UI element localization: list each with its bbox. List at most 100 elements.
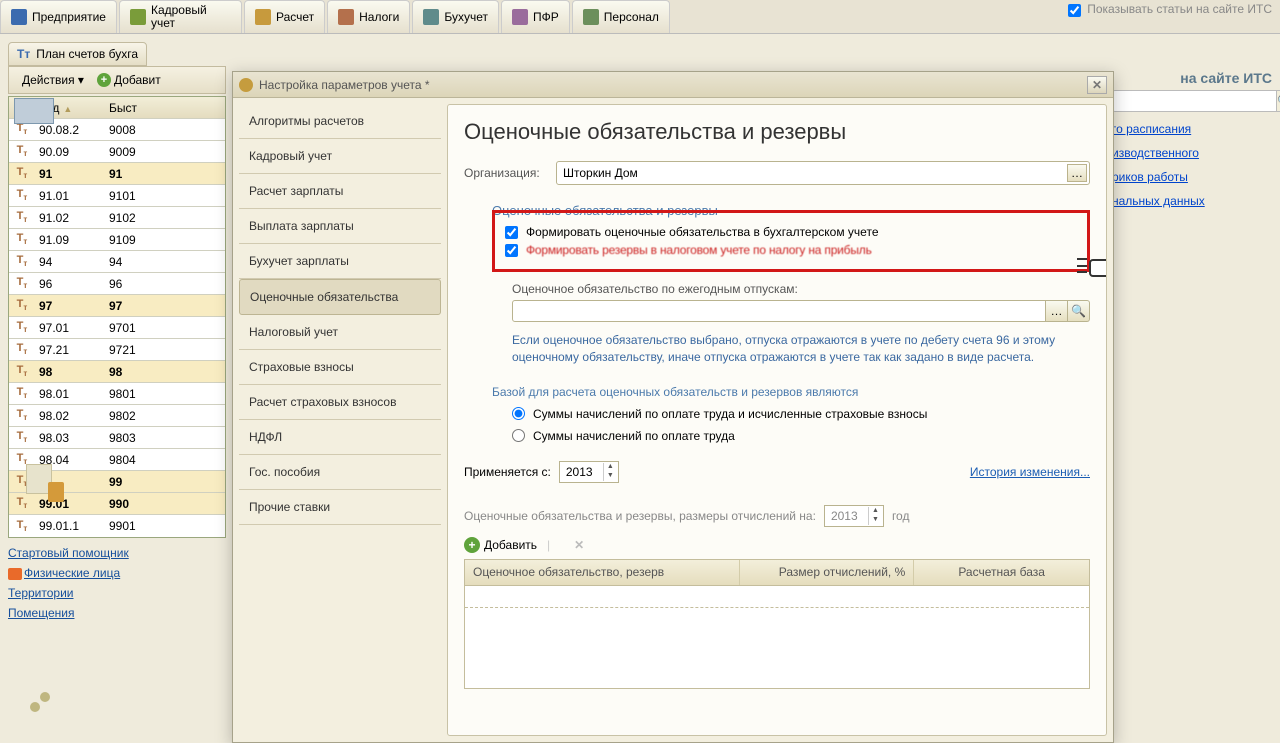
t-icon: Tт: [17, 188, 28, 202]
t-icon: Tт: [17, 364, 28, 378]
t-icon: Tт: [17, 408, 28, 422]
sizes-suffix: год: [892, 509, 910, 523]
cb-accounting-label: Формировать оценочные обязательства в бу…: [526, 225, 879, 239]
sidenav-item-4[interactable]: Бухучет зарплаты: [239, 244, 441, 279]
org-field[interactable]: Шторкин Дом …: [556, 161, 1090, 185]
page-heading: Оценочные обязательства и резервы: [464, 119, 1090, 145]
sidenav-item-11[interactable]: Прочие ставки: [239, 490, 441, 525]
sizes-label: Оценочные обязательства и резервы, разме…: [464, 509, 816, 523]
sidenav-item-6[interactable]: Налоговый учет: [239, 315, 441, 350]
connection-icon: [30, 692, 50, 712]
table-row[interactable]: Tт9696: [9, 273, 225, 295]
plan-tab-label: План счетов бухга: [36, 47, 138, 61]
table-row[interactable]: Tт9494: [9, 251, 225, 273]
tab-label: Налоги: [359, 10, 399, 24]
tab-label: Предприятие: [32, 10, 106, 24]
plus-icon: +: [97, 73, 111, 87]
org-label: Организация:: [464, 166, 556, 180]
t-icon: Tт: [17, 386, 28, 400]
add-row-button[interactable]: Добавить: [484, 538, 537, 552]
top-tab-1[interactable]: Кадровый учет: [119, 0, 242, 33]
table-row[interactable]: Tт9797: [9, 295, 225, 317]
its-checkbox[interactable]: [1068, 4, 1081, 17]
table-row[interactable]: Tт98.029802: [9, 405, 225, 427]
sidenav-item-1[interactable]: Кадровый учет: [239, 139, 441, 174]
radio-accruals-with-insurance[interactable]: [512, 407, 525, 420]
tab-icon: [423, 9, 439, 25]
col-fast: Быст: [107, 101, 147, 115]
its-search-input[interactable]: [1112, 90, 1277, 112]
add-label: Добавит: [114, 73, 161, 87]
sidenav-item-2[interactable]: Расчет зарплаты: [239, 174, 441, 209]
dialog-title: Настройка параметров учета *: [259, 78, 1087, 92]
sidenav-item-0[interactable]: Алгоритмы расчетов: [239, 104, 441, 139]
history-link[interactable]: История изменения...: [970, 465, 1090, 479]
actions-button[interactable]: Действия ▾: [15, 70, 91, 90]
tab-label: Расчет: [276, 11, 314, 24]
table-row[interactable]: Tт91.019101: [9, 185, 225, 207]
table-row[interactable]: Tт97.019701: [9, 317, 225, 339]
rlink-2[interactable]: риков работы: [1112, 170, 1272, 184]
table-row[interactable]: Tт97.219721: [9, 339, 225, 361]
sidenav-item-5[interactable]: Оценочные обязательства: [239, 279, 441, 315]
radio-accruals-only[interactable]: [512, 429, 525, 442]
rlink-1[interactable]: изводственного: [1112, 146, 1272, 160]
vacation-picker-button[interactable]: …: [1046, 300, 1068, 322]
close-button[interactable]: ✕: [1087, 76, 1107, 94]
sizes-year-stepper[interactable]: 2013 ▲▼: [824, 505, 884, 527]
top-tab-2[interactable]: Расчет: [244, 0, 325, 33]
deductions-table[interactable]: Оценочное обязательство, резерв Размер о…: [464, 559, 1090, 689]
t-icon: Tт: [17, 254, 28, 268]
cb-tax[interactable]: [505, 244, 518, 257]
sizes-year-value: 2013: [831, 509, 858, 523]
plan-tab[interactable]: Tт План счетов бухга: [8, 42, 147, 66]
add-button[interactable]: + Добавит: [97, 73, 161, 87]
top-tab-0[interactable]: Предприятие: [0, 0, 117, 33]
table-row[interactable]: Tт9191: [9, 163, 225, 185]
top-tab-3[interactable]: Налоги: [327, 0, 410, 33]
org-value: Шторкин Дом: [563, 166, 638, 180]
table-row[interactable]: Tт99.01.19901: [9, 515, 225, 537]
sidenav-item-9[interactable]: НДФЛ: [239, 420, 441, 455]
its-toggle[interactable]: Показывать статьи на сайте ИТС: [1068, 2, 1272, 17]
t-icon: Tт: [17, 320, 28, 334]
tab-icon: [338, 9, 354, 25]
sidenav-item-7[interactable]: Страховые взносы: [239, 350, 441, 385]
table-row[interactable]: Tт91.099109: [9, 229, 225, 251]
applied-year-stepper[interactable]: 2013 ▲▼: [559, 461, 619, 483]
sidenav-item-3[interactable]: Выплата зарплаты: [239, 209, 441, 244]
tab-icon: [130, 9, 146, 25]
t-icon: Tт: [17, 210, 28, 224]
t-icon: Tт: [17, 232, 28, 246]
tab-icon: [583, 9, 599, 25]
link-rooms[interactable]: Помещения: [8, 606, 226, 620]
radio2-label: Суммы начислений по оплате труда: [533, 429, 735, 443]
link-territories[interactable]: Территории: [8, 586, 226, 600]
top-tab-4[interactable]: Бухучет: [412, 0, 499, 33]
cb-tax-label: Формировать резервы в налоговом учете по…: [526, 243, 872, 257]
rlink-0[interactable]: го расписания: [1112, 122, 1272, 136]
top-tab-5[interactable]: ПФР: [501, 0, 570, 33]
sidenav-item-10[interactable]: Гос. пособия: [239, 455, 441, 490]
table-row[interactable]: Tт91.029102: [9, 207, 225, 229]
toolbar: Действия ▾ + Добавит: [8, 66, 226, 94]
link-individuals[interactable]: Физические лица: [8, 566, 226, 580]
table-row[interactable]: Tт90.099009: [9, 141, 225, 163]
cb-accounting[interactable]: [505, 226, 518, 239]
th-obligation: Оценочное обязательство, резерв: [465, 560, 740, 585]
table-row[interactable]: Tт9898: [9, 361, 225, 383]
pointer-icon: [1089, 255, 1107, 283]
rlink-3[interactable]: нальных данных: [1112, 194, 1272, 208]
tab-icon: [255, 9, 271, 25]
table-row[interactable]: Tт98.019801: [9, 383, 225, 405]
sidenav-item-8[interactable]: Расчет страховых взносов: [239, 385, 441, 420]
link-start-helper[interactable]: Стартовый помощник: [8, 546, 226, 560]
org-picker-button[interactable]: …: [1067, 164, 1087, 182]
table-row[interactable]: Tт98.039803: [9, 427, 225, 449]
tab-icon: [11, 9, 27, 25]
delete-row-button[interactable]: ✕: [574, 538, 584, 552]
vacation-search-button[interactable]: 🔍: [1068, 300, 1090, 322]
vacation-field[interactable]: [512, 300, 1046, 322]
settings-dialog: Настройка параметров учета * ✕ Алгоритмы…: [232, 71, 1114, 743]
top-tab-6[interactable]: Персонал: [572, 0, 670, 33]
